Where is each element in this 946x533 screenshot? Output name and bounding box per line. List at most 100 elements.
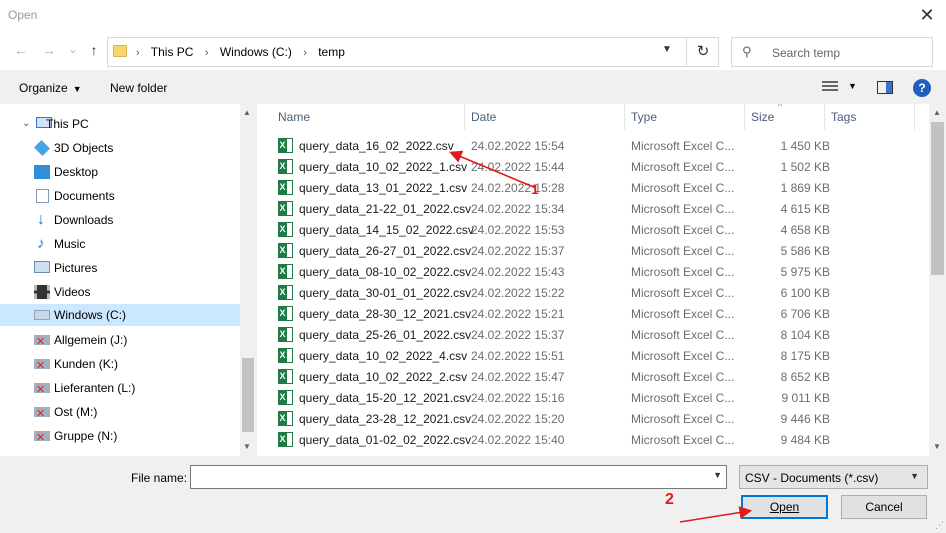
breadcrumb: › This PC › Windows (C:) › temp	[136, 45, 353, 59]
toolbar: Organize ▼ New folder ▼ ?	[0, 70, 946, 104]
pictures-icon	[34, 261, 50, 273]
file-date: 24.02.2022 15:54	[471, 139, 565, 153]
close-icon[interactable]: ✕	[916, 4, 938, 26]
scroll-up-icon[interactable]: ▲	[243, 108, 251, 117]
file-type: Microsoft Excel C...	[631, 160, 735, 174]
organize-label: Organize	[19, 81, 68, 95]
breadcrumb-separator: ›	[136, 47, 140, 59]
breadcrumb-separator[interactable]: ›	[303, 47, 307, 59]
address-bar[interactable]: › This PC › Windows (C:) › temp ▼ ↻	[107, 37, 719, 67]
chevron-down-icon[interactable]: ▼	[662, 44, 672, 55]
excel-csv-file-icon	[278, 285, 293, 300]
title-bar: Open ✕	[0, 0, 946, 32]
excel-csv-file-icon	[278, 390, 293, 405]
sidebar-item-kunden-k[interactable]: Kunden (K:)	[0, 353, 240, 375]
search-placeholder: Search temp	[772, 46, 841, 60]
file-row[interactable]: query_data_01-02_02_2022.csv24.02.2022 1…	[270, 429, 830, 450]
refresh-icon[interactable]: ↻	[686, 38, 719, 66]
sidebar-item-allgemein-j[interactable]: Allgemein (J:)	[0, 329, 240, 351]
navigation-pane-scrollbar[interactable]: ▲ ▼	[240, 104, 256, 456]
file-type-select[interactable]: CSV - Documents (*.csv) ▼	[739, 465, 928, 489]
file-name: query_data_26-27_01_2022.csv	[299, 244, 472, 258]
excel-csv-file-icon	[278, 222, 293, 237]
sidebar-item-this-pc[interactable]: ⌄ This PC	[0, 113, 240, 135]
chevron-down-icon[interactable]: ▼	[848, 81, 857, 91]
file-size: 8 652 KB	[780, 370, 830, 384]
file-name-input[interactable]: ▼	[190, 465, 727, 489]
file-type: Microsoft Excel C...	[631, 223, 735, 237]
file-row[interactable]: query_data_23-28_12_2021.csv24.02.2022 1…	[270, 408, 830, 429]
file-date: 24.02.2022 15:34	[471, 202, 565, 216]
sidebar-item-videos[interactable]: Videos	[0, 281, 240, 303]
file-row[interactable]: query_data_14_15_02_2022.csv24.02.2022 1…	[270, 219, 830, 240]
sidebar-item-label: Music	[54, 237, 86, 251]
scrollbar-thumb[interactable]	[931, 122, 944, 275]
scrollbar-thumb[interactable]	[242, 358, 254, 432]
recent-locations-icon[interactable]: ⌄	[64, 41, 82, 59]
sidebar-item-3d-objects[interactable]: 3D Objects	[0, 137, 240, 159]
open-button[interactable]: Open	[741, 495, 828, 519]
file-row[interactable]: query_data_26-27_01_2022.csv24.02.2022 1…	[270, 240, 830, 261]
file-row[interactable]: query_data_10_02_2022_4.csv24.02.2022 15…	[270, 345, 830, 366]
sidebar-item-pictures[interactable]: Pictures	[0, 257, 240, 279]
folder-icon	[113, 45, 127, 57]
file-row[interactable]: query_data_10_02_2022_1.csv24.02.2022 15…	[270, 156, 830, 177]
file-date: 24.02.2022 15:22	[471, 286, 565, 300]
file-row[interactable]: query_data_30-01_01_2022.csv24.02.2022 1…	[270, 282, 830, 303]
file-size: 6 706 KB	[780, 307, 830, 321]
breadcrumb-item-windows-c[interactable]: Windows (C:)	[220, 45, 292, 59]
search-input[interactable]: ⚲ Search temp	[731, 37, 933, 67]
disconnected-drive-icon	[34, 335, 50, 347]
file-size: 6 100 KB	[780, 286, 830, 300]
sidebar-item-music[interactable]: ♪ Music	[0, 233, 240, 255]
file-row[interactable]: query_data_15-20_12_2021.csv24.02.2022 1…	[270, 387, 830, 408]
file-row[interactable]: query_data_10_02_2022_2.csv24.02.2022 15…	[270, 366, 830, 387]
breadcrumb-separator[interactable]: ›	[205, 47, 209, 59]
scroll-up-icon[interactable]: ▲	[933, 108, 941, 117]
forward-arrow-icon[interactable]: →	[40, 41, 58, 59]
breadcrumb-item-temp[interactable]: temp	[318, 45, 345, 59]
up-arrow-icon[interactable]: ↑	[85, 41, 103, 59]
file-row[interactable]: query_data_21-22_01_2022.csv24.02.2022 1…	[270, 198, 830, 219]
file-row[interactable]: query_data_13_01_2022_1.csv24.02.2022 15…	[270, 177, 830, 198]
sidebar-item-label: Ost (M:)	[54, 405, 98, 419]
sidebar-item-label: 3D Objects	[54, 141, 114, 155]
file-list-scrollbar[interactable]: ▲ ▼	[929, 104, 946, 456]
chevron-down-icon[interactable]: ▼	[713, 470, 722, 480]
column-header-tags[interactable]: Tags	[825, 104, 915, 130]
preview-pane-icon[interactable]	[877, 81, 893, 94]
file-row[interactable]: query_data_25-26_01_2022.csv24.02.2022 1…	[270, 324, 830, 345]
sidebar-item-lieferanten-l[interactable]: Lieferanten (L:)	[0, 377, 240, 399]
sidebar-item-windows-c[interactable]: Windows (C:)	[0, 304, 240, 326]
sidebar-item-gruppe-n[interactable]: Gruppe (N:)	[0, 425, 240, 447]
sidebar-item-downloads[interactable]: ↓ Downloads	[0, 209, 240, 231]
column-header-date[interactable]: Date	[465, 104, 625, 130]
chevron-down-icon[interactable]: ⌄	[22, 118, 30, 129]
help-icon[interactable]: ?	[913, 79, 931, 97]
disconnected-drive-icon	[34, 407, 50, 419]
new-folder-button[interactable]: New folder	[110, 81, 167, 95]
column-header-name[interactable]: Name	[272, 104, 465, 130]
file-row[interactable]: query_data_28-30_12_2021.csv24.02.2022 1…	[270, 303, 830, 324]
sidebar-item-documents[interactable]: Documents	[0, 185, 240, 207]
file-row[interactable]: query_data_08-10_02_2022.csv24.02.2022 1…	[270, 261, 830, 282]
column-header-type[interactable]: Type	[625, 104, 745, 130]
organize-button[interactable]: Organize ▼	[19, 81, 82, 95]
view-options-icon[interactable]	[822, 81, 838, 93]
sidebar-item-ost-m[interactable]: Ost (M:)	[0, 401, 240, 423]
file-name: query_data_08-10_02_2022.csv	[299, 265, 472, 279]
column-header-size[interactable]: Size	[745, 104, 825, 130]
breadcrumb-item-this-pc[interactable]: This PC	[151, 45, 194, 59]
file-name: query_data_21-22_01_2022.csv	[299, 202, 472, 216]
file-name: query_data_23-28_12_2021.csv	[299, 412, 472, 426]
excel-csv-file-icon	[278, 159, 293, 174]
scroll-down-icon[interactable]: ▼	[243, 442, 251, 451]
back-arrow-icon[interactable]: ←	[12, 41, 30, 59]
sidebar-item-desktop[interactable]: Desktop	[0, 161, 240, 183]
sidebar-item-label: This PC	[46, 117, 89, 131]
scroll-down-icon[interactable]: ▼	[933, 442, 941, 451]
cancel-button[interactable]: Cancel	[841, 495, 927, 519]
file-row[interactable]: query_data_16_02_2022.csv 24.02.2022 15:5…	[270, 135, 830, 156]
window-title: Open	[8, 8, 38, 22]
resize-grip-icon[interactable]: ⋰	[935, 520, 944, 531]
